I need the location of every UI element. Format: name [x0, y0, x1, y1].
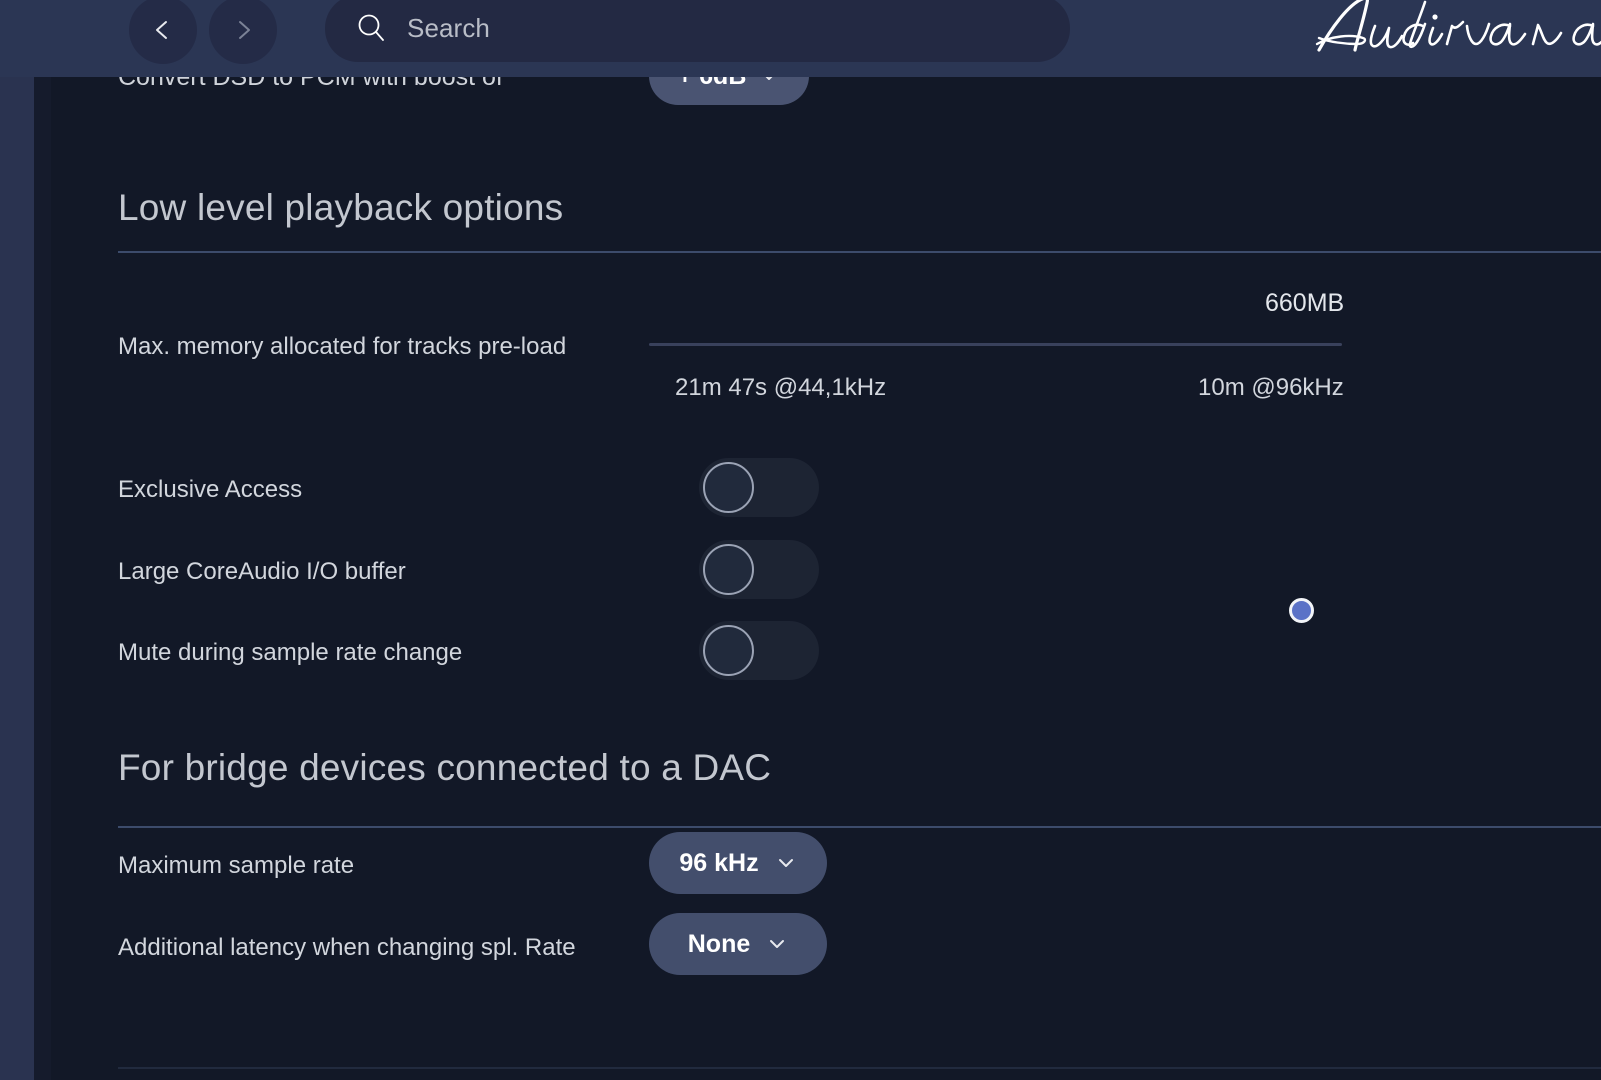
top-header-bar: Search — [0, 0, 1601, 77]
large-coreaudio-buffer-toggle[interactable] — [699, 540, 819, 599]
toggle-knob — [703, 625, 754, 676]
back-button[interactable] — [129, 0, 197, 64]
maximum-sample-rate-dropdown[interactable]: 96 kHz — [649, 832, 827, 894]
memory-slider-right-hint: 10m @96kHz — [1198, 374, 1344, 402]
convert-dsd-to-pcm-label: Convert DSD to PCM with boost of — [118, 77, 503, 92]
mute-during-rate-change-toggle[interactable] — [699, 621, 819, 680]
chevron-down-icon — [758, 77, 780, 87]
forward-button[interactable] — [209, 0, 277, 64]
section-divider-2 — [118, 826, 1601, 828]
bottom-divider — [118, 1067, 1601, 1069]
dsd-boost-dropdown[interactable]: + 6dB — [649, 77, 809, 105]
memory-preload-slider-thumb[interactable] — [1289, 598, 1314, 623]
chevron-down-icon — [775, 852, 797, 874]
section-divider-1 — [118, 251, 1601, 253]
vertical-scrollbar-track[interactable] — [34, 77, 51, 1080]
settings-content-pane: Convert DSD to PCM with boost of + 6dB L… — [51, 77, 1601, 1080]
search-icon — [355, 12, 388, 45]
section-title-low-level-playback: Low level playback options — [118, 187, 563, 229]
audirvana-logo — [1307, 0, 1601, 64]
toggle-knob — [703, 462, 754, 513]
mute-during-rate-change-label: Mute during sample rate change — [118, 639, 462, 667]
dsd-boost-value: + 6dB — [678, 77, 747, 91]
search-input[interactable]: Search — [325, 0, 1070, 62]
memory-slider-left-hint: 21m 47s @44,1kHz — [675, 374, 886, 402]
memory-slider-value: 660MB — [1265, 289, 1344, 318]
chevron-left-icon — [150, 17, 176, 43]
memory-preload-slider[interactable] — [649, 343, 1342, 346]
sidebar-strip — [0, 77, 34, 1080]
exclusive-access-toggle[interactable] — [699, 458, 819, 517]
maximum-sample-rate-value: 96 kHz — [679, 849, 758, 878]
additional-latency-dropdown[interactable]: None — [649, 913, 827, 975]
chevron-right-icon — [230, 17, 256, 43]
large-coreaudio-buffer-label: Large CoreAudio I/O buffer — [118, 558, 406, 586]
convert-dsd-to-pcm-row: Convert DSD to PCM with boost of + 6dB — [51, 77, 1601, 103]
additional-latency-label: Additional latency when changing spl. Ra… — [118, 934, 576, 962]
section-title-bridge-devices: For bridge devices connected to a DAC — [118, 747, 771, 789]
exclusive-access-label: Exclusive Access — [118, 476, 302, 504]
maximum-sample-rate-label: Maximum sample rate — [118, 852, 354, 880]
chevron-down-icon — [766, 933, 788, 955]
additional-latency-value: None — [688, 930, 751, 959]
toggle-knob — [703, 544, 754, 595]
memory-preload-label: Max. memory allocated for tracks pre-loa… — [118, 333, 566, 361]
audirvana-settings-window: Search — [0, 0, 1601, 1080]
search-placeholder: Search — [407, 13, 490, 44]
